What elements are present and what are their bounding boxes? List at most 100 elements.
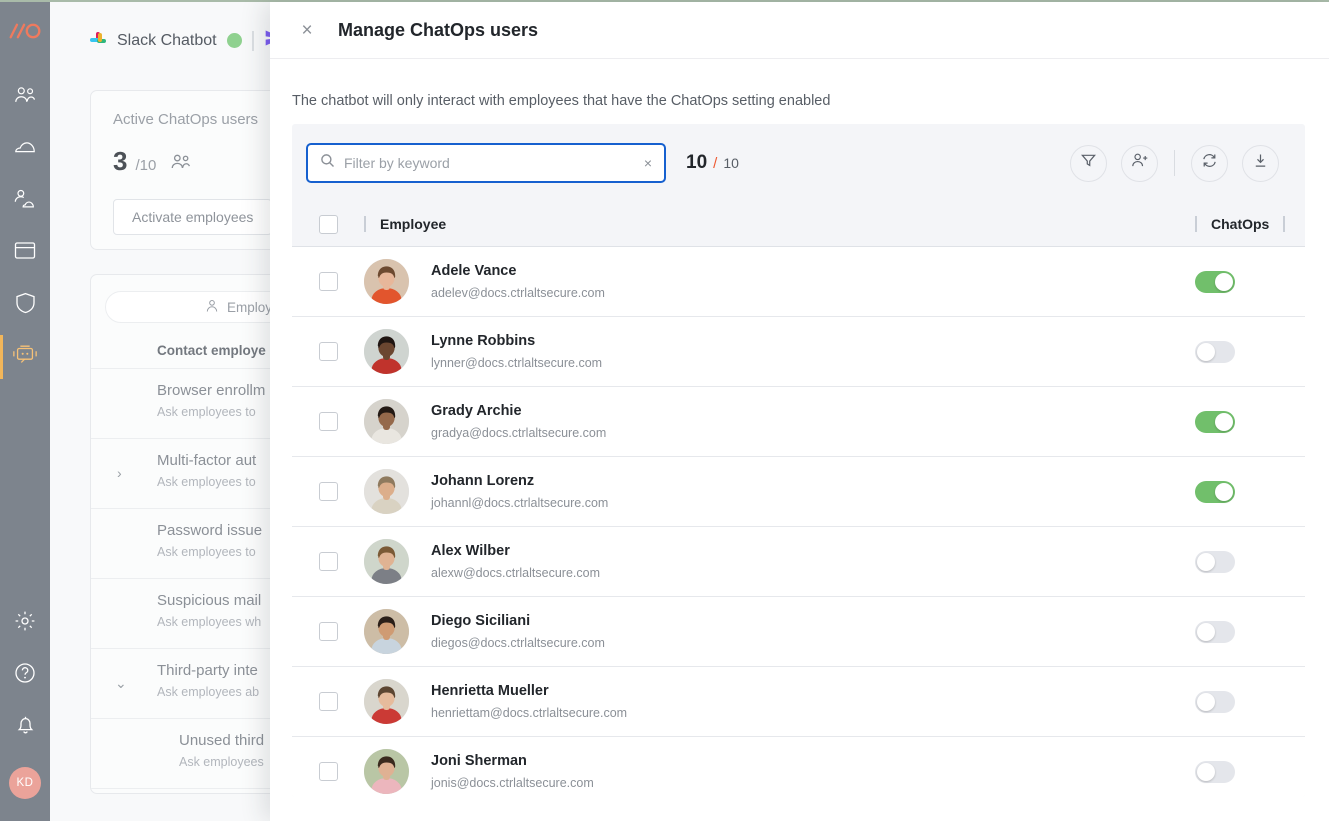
cloud-icon xyxy=(13,138,37,161)
toolbar-actions xyxy=(1070,144,1279,182)
employee-name: Lynne Robbins xyxy=(431,333,536,350)
users-panel: × 10 / 10 xyxy=(292,124,1305,797)
chatops-toggle[interactable] xyxy=(1195,620,1235,643)
clear-search-icon[interactable]: × xyxy=(642,155,654,171)
employee-info: Grady Archie gradya@docs.ctrlaltsecure.co… xyxy=(431,403,606,439)
person-icon xyxy=(205,299,219,316)
employee-email: lynner@docs.ctrlaltsecure.com xyxy=(431,355,603,370)
row-checkbox[interactable] xyxy=(318,762,338,781)
chevron-right-icon[interactable]: › xyxy=(117,465,122,481)
avatar[interactable]: KD xyxy=(9,767,41,799)
sidebar-item-browser[interactable] xyxy=(0,227,50,279)
chatops-column-label: ChatOps xyxy=(1211,216,1270,232)
employee-name: Johann Lorenz xyxy=(431,473,535,490)
employee-email: gradya@docs.ctrlaltsecure.com xyxy=(431,425,607,440)
browser-icon xyxy=(14,241,36,265)
table-row[interactable]: Johann Lorenz johannl@docs.ctrlaltsecure.… xyxy=(292,457,1305,527)
sidebar-item-chatops[interactable] xyxy=(0,331,50,383)
activate-employees-button[interactable]: Activate employees xyxy=(113,199,273,235)
row-checkbox[interactable] xyxy=(318,692,338,711)
avatar xyxy=(364,259,409,304)
select-all-checkbox[interactable] xyxy=(318,214,338,234)
select-all-cell xyxy=(292,214,364,234)
refresh-button[interactable] xyxy=(1191,144,1228,182)
row-checkbox[interactable] xyxy=(318,272,338,291)
chatops-toggle[interactable] xyxy=(1195,480,1235,503)
result-counter: 10 / 10 xyxy=(686,152,739,174)
add-user-button[interactable] xyxy=(1121,144,1158,182)
add-user-icon xyxy=(1131,152,1149,174)
gear-icon xyxy=(14,610,36,637)
team-icon xyxy=(170,154,192,175)
employee-name: Adele Vance xyxy=(431,263,517,280)
toggle-knob xyxy=(1197,342,1215,361)
close-icon[interactable]: × xyxy=(298,21,316,40)
toggle-knob xyxy=(1197,692,1215,711)
table-row[interactable]: Joni Sherman jonis@docs.ctrlaltsecure.com xyxy=(292,737,1305,797)
employee-name: Joni Sherman xyxy=(431,753,527,770)
employee-cell: Adele Vance adelev@docs.ctrlaltsecure.com xyxy=(364,259,1195,304)
table-row[interactable]: Henrietta Mueller henriettam@docs.ctrlalt… xyxy=(292,667,1305,737)
table-row[interactable]: Adele Vance adelev@docs.ctrlaltsecure.com xyxy=(292,247,1305,317)
chatops-toggle[interactable] xyxy=(1195,550,1235,573)
chatops-cell xyxy=(1195,340,1305,363)
column-divider xyxy=(1283,216,1286,232)
chevron-down-icon[interactable]: ⌄ xyxy=(115,675,127,692)
employee-name: Alex Wilber xyxy=(431,543,510,560)
status-dot-icon xyxy=(226,33,242,48)
employee-email: diegos@docs.ctrlaltsecure.com xyxy=(431,635,605,650)
chatops-cell xyxy=(1195,550,1305,573)
filter-button[interactable] xyxy=(1070,144,1107,182)
row-select-cell xyxy=(292,412,364,431)
row-checkbox[interactable] xyxy=(318,482,338,501)
employee-email: adelev@docs.ctrlaltsecure.com xyxy=(431,285,605,300)
app-header-title: Slack Chatbot xyxy=(117,31,217,49)
row-select-cell xyxy=(292,692,364,711)
sidebar-item-identities[interactable] xyxy=(0,175,50,227)
table-row[interactable]: Lynne Robbins lynner@docs.ctrlaltsecure.c… xyxy=(292,317,1305,387)
sidebar-item-protection[interactable] xyxy=(0,279,50,331)
employee-email: johannl@docs.ctrlaltsecure.com xyxy=(431,495,609,510)
table-row[interactable]: Diego Siciliani diegos@docs.ctrlaltsecure… xyxy=(292,597,1305,667)
column-divider xyxy=(1195,216,1197,232)
result-count-total: 10 xyxy=(723,155,739,171)
sidebar-item-notifications[interactable] xyxy=(0,701,50,753)
sidebar-item-team[interactable] xyxy=(0,71,50,123)
table-body: Adele Vance adelev@docs.ctrlaltsecure.com… xyxy=(292,247,1305,797)
app-logo[interactable] xyxy=(8,20,42,47)
employee-name: Henrietta Mueller xyxy=(431,683,549,700)
kpi-value: 3 xyxy=(113,146,128,176)
chatops-toggle[interactable] xyxy=(1195,340,1235,363)
employee-cell: Henrietta Mueller henriettam@docs.ctrlalt… xyxy=(364,679,1195,724)
result-count-separator: / xyxy=(713,155,718,172)
search-input[interactable] xyxy=(344,155,633,171)
row-checkbox[interactable] xyxy=(318,412,338,431)
toggle-knob xyxy=(1197,622,1215,641)
employee-info: Johann Lorenz johannl@docs.ctrlaltsecure.… xyxy=(431,473,608,509)
search-box[interactable]: × xyxy=(306,143,666,183)
employee-info: Joni Sherman jonis@docs.ctrlaltsecure.com xyxy=(431,753,594,789)
employee-cell: Diego Siciliani diegos@docs.ctrlaltsecure… xyxy=(364,609,1195,654)
avatar xyxy=(364,329,409,374)
chatops-toggle[interactable] xyxy=(1195,270,1235,293)
download-button[interactable] xyxy=(1242,144,1279,182)
employee-cell: Joni Sherman jonis@docs.ctrlaltsecure.com xyxy=(364,749,1195,794)
row-checkbox[interactable] xyxy=(318,622,338,641)
avatar xyxy=(364,539,409,584)
employee-cell: Johann Lorenz johannl@docs.ctrlaltsecure.… xyxy=(364,469,1195,514)
row-select-cell xyxy=(292,482,364,501)
sidebar-item-cloud[interactable] xyxy=(0,123,50,175)
toggle-knob xyxy=(1215,272,1233,291)
download-icon xyxy=(1252,152,1269,174)
table-row[interactable]: Alex Wilber alexw@docs.ctrlaltsecure.com xyxy=(292,527,1305,597)
table-row[interactable]: Grady Archie gradya@docs.ctrlaltsecure.co… xyxy=(292,387,1305,457)
sidebar-item-settings[interactable] xyxy=(0,597,50,649)
help-icon xyxy=(14,662,36,689)
chatops-toggle[interactable] xyxy=(1195,690,1235,713)
chatops-toggle[interactable] xyxy=(1195,760,1235,783)
row-select-cell xyxy=(292,622,364,641)
chatops-toggle[interactable] xyxy=(1195,410,1235,433)
sidebar-item-help[interactable] xyxy=(0,649,50,701)
row-checkbox[interactable] xyxy=(318,552,338,571)
row-checkbox[interactable] xyxy=(318,342,338,361)
